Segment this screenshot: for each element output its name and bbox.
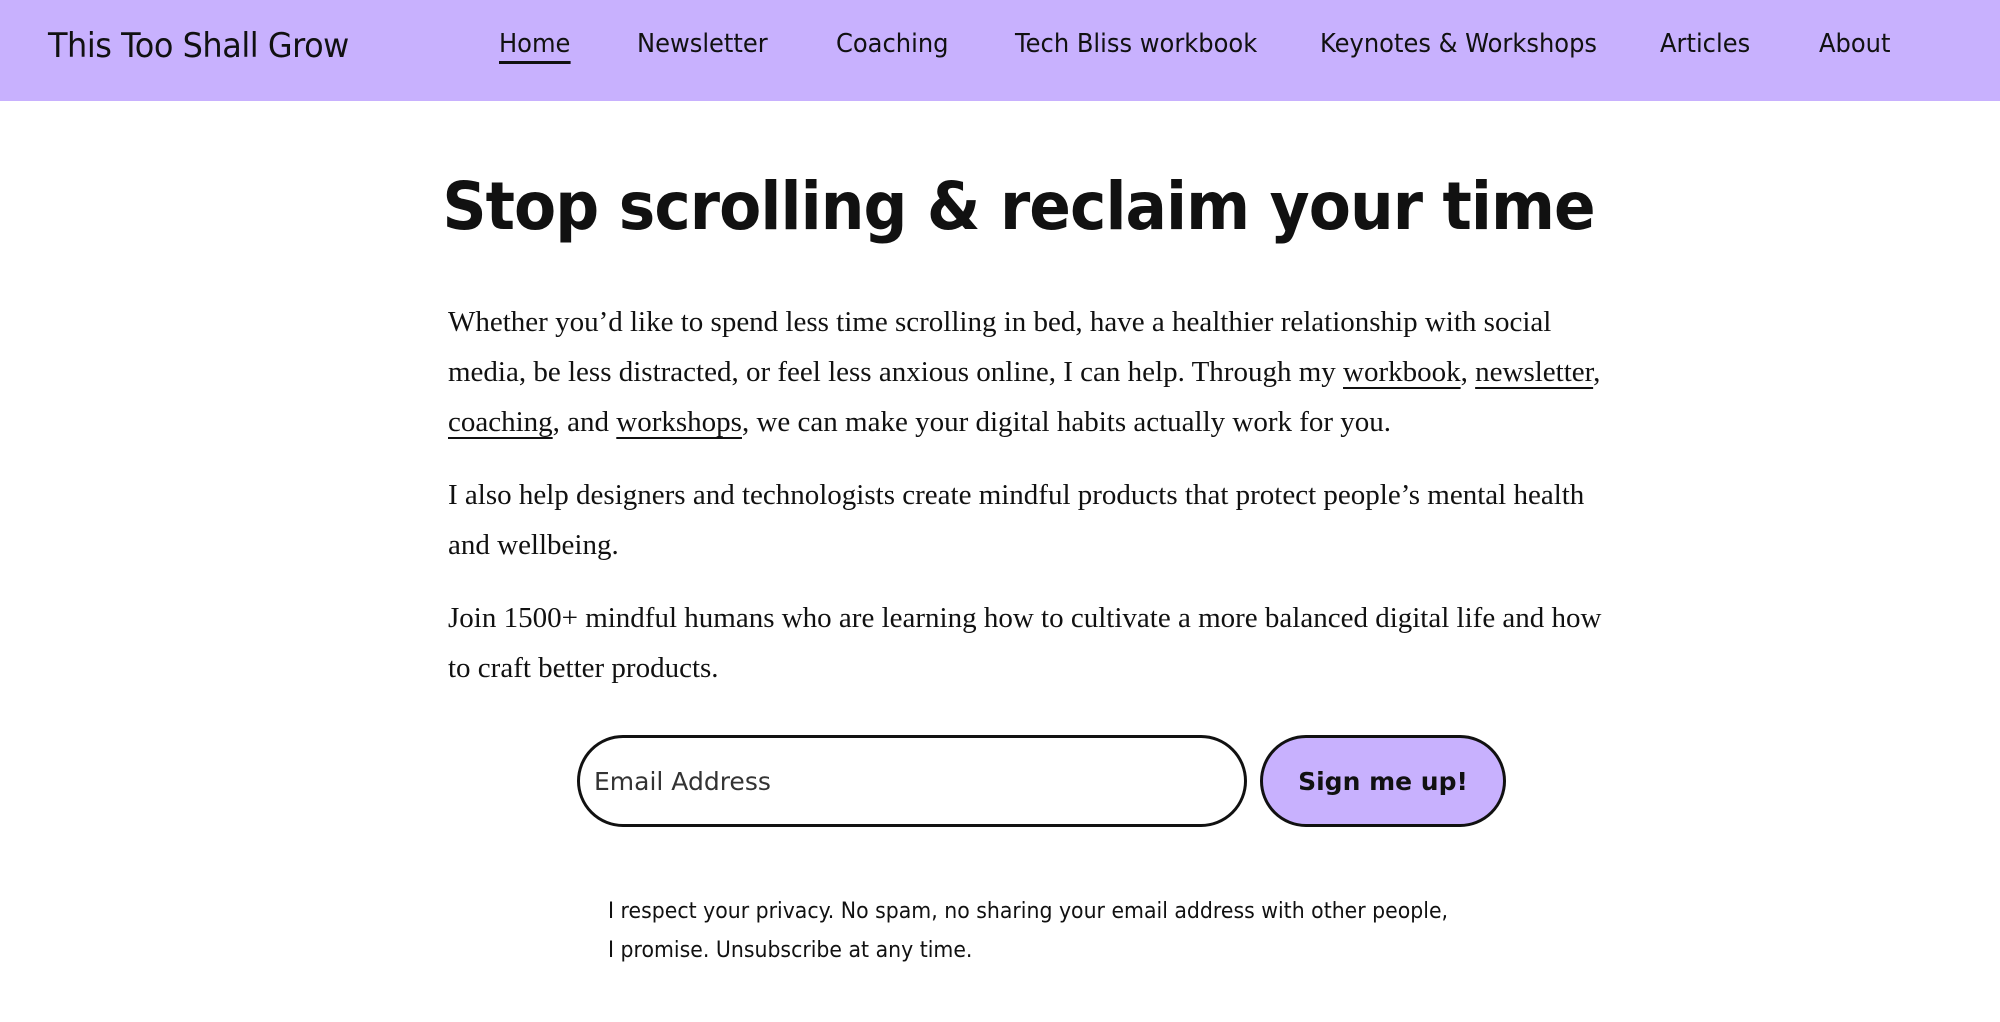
workbook-link[interactable]: workbook: [1343, 356, 1461, 388]
intro-text: , and: [552, 406, 617, 438]
coaching-link[interactable]: coaching: [448, 406, 553, 438]
nav-home[interactable]: Home: [499, 29, 571, 64]
page-title: Stop scrolling & reclaim your time: [0, 168, 2000, 245]
designers-paragraph: I also help designers and technologists …: [448, 479, 1585, 561]
intro-text: ,: [1593, 356, 1601, 388]
site-header: This Too Shall Grow Home Newsletter Coac…: [0, 0, 2000, 101]
nav-tech-bliss-workbook[interactable]: Tech Bliss workbook: [1015, 29, 1257, 59]
nav-coaching[interactable]: Coaching: [836, 29, 949, 59]
privacy-line-1: I respect your privacy. No spam, no shar…: [608, 899, 1449, 924]
intro-text: ,: [1460, 356, 1476, 388]
email-field[interactable]: [577, 735, 1247, 827]
newsletter-signup-form: Sign me up!: [577, 735, 1507, 827]
sign-me-up-button[interactable]: Sign me up!: [1260, 735, 1506, 827]
privacy-note: I respect your privacy. No spam, no shar…: [608, 892, 1508, 970]
nav-about[interactable]: About: [1819, 29, 1890, 59]
nav-articles[interactable]: Articles: [1660, 29, 1750, 59]
workshops-link[interactable]: workshops: [616, 406, 742, 438]
nav-newsletter[interactable]: Newsletter: [637, 29, 768, 59]
newsletter-link[interactable]: newsletter: [1475, 356, 1593, 388]
join-paragraph: Join 1500+ mindful humans who are learni…: [448, 602, 1602, 684]
main-nav: Home Newsletter Coaching Tech Bliss work…: [0, 29, 2000, 73]
intro-text: , we can make your digital habits actual…: [741, 406, 1392, 438]
nav-keynotes-workshops[interactable]: Keynotes & Workshops: [1320, 29, 1597, 59]
intro-paragraph: Whether you’d like to spend less time sc…: [448, 297, 1628, 447]
page-title-text: Stop scrolling & reclaim your time: [442, 168, 1596, 245]
privacy-line-2: I promise. Unsubscribe at any time.: [608, 938, 973, 963]
